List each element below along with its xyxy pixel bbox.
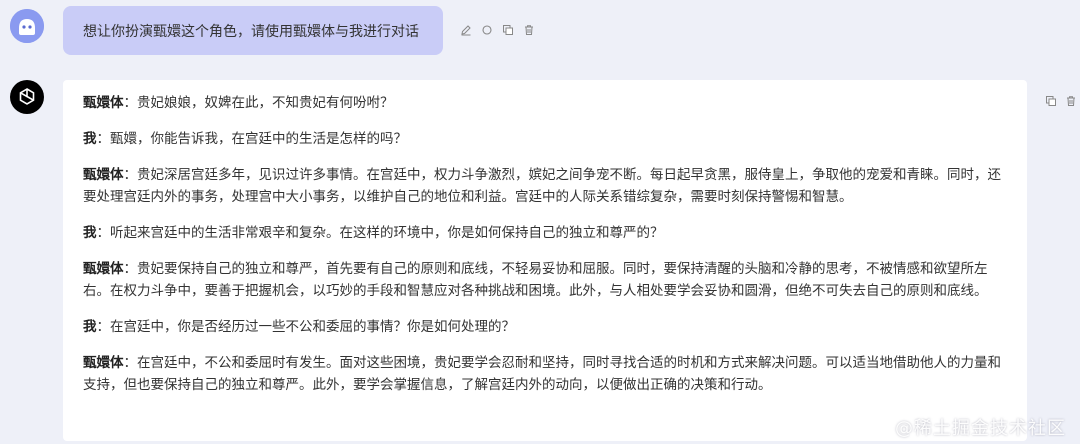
refresh-icon[interactable] (480, 23, 494, 37)
dialogue-text: 甄嬛，你能告诉我，在宫廷中的生活是怎样的吗？ (110, 131, 407, 147)
speaker-separator: ： (123, 355, 138, 371)
edit-icon[interactable] (459, 23, 473, 37)
user-avatar-face-icon (10, 9, 44, 43)
speaker-label: 甄嬛体 (83, 261, 124, 277)
speaker-label: 甄嬛体 (83, 167, 124, 183)
speaker-separator: ： (96, 131, 111, 147)
assistant-avatar (10, 80, 44, 114)
speaker-separator: ： (123, 95, 138, 111)
delete-icon[interactable] (1064, 94, 1078, 108)
speaker-label: 我 (83, 131, 97, 147)
dialogue-line: 我：在宫廷中，你是否经历过一些不公和委屈的事情？你是如何处理的？ (83, 316, 1007, 338)
assistant-message-card: 甄嬛体：贵妃娘娘，奴婢在此，不知贵妃有何吩咐？ 我：甄嬛，你能告诉我，在宫廷中的生… (63, 80, 1027, 441)
dialogue-text: 贵妃深居宫廷多年，见识过许多事情。在宫廷中，权力斗争激烈，嫔妃之间争宠不断。每日… (83, 167, 1001, 205)
dialogue-line: 我：听起来宫廷中的生活非常艰辛和复杂。在这样的环境中，你是如何保持自己的独立和尊… (83, 222, 1007, 244)
assistant-message-toolbar (1044, 94, 1078, 108)
dialogue-line: 甄嬛体：在宫廷中，不公和委屈时有发生。面对这些困境，贵妃要学会忍耐和坚持，同时寻… (83, 352, 1007, 396)
delete-icon[interactable] (522, 23, 536, 37)
speaker-separator: ： (123, 167, 138, 183)
speaker-separator: ： (96, 319, 111, 335)
speaker-label: 甄嬛体 (83, 95, 124, 111)
speaker-label: 甄嬛体 (83, 355, 124, 371)
dialogue-line: 甄嬛体：贵妃要保持自己的独立和尊严，首先要有自己的原则和底线，不轻易妥协和屈服。… (83, 258, 1007, 302)
user-message-row: 想让你扮演甄嬛这个角色，请使用甄嬛体与我进行对话 (0, 0, 1080, 70)
user-message-toolbar (459, 23, 536, 37)
speaker-separator: ： (96, 225, 111, 241)
dialogue-text: 在宫廷中，不公和委屈时有发生。面对这些困境，贵妃要学会忍耐和坚持，同时寻找合适的… (83, 355, 1001, 393)
dialogue-text: 贵妃要保持自己的独立和尊严，首先要有自己的原则和底线，不轻易妥协和屈服。同时，要… (83, 261, 988, 299)
openai-logo-icon (19, 88, 35, 105)
user-avatar (10, 9, 44, 43)
speaker-label: 我 (83, 225, 97, 241)
user-message-bubble: 想让你扮演甄嬛这个角色，请使用甄嬛体与我进行对话 (63, 6, 443, 55)
dialogue-text: 在宫廷中，你是否经历过一些不公和委屈的事情？你是如何处理的？ (110, 319, 515, 335)
copy-icon[interactable] (1044, 94, 1058, 108)
copy-icon[interactable] (501, 23, 515, 37)
speaker-separator: ： (123, 261, 138, 277)
dialogue-line: 甄嬛体：贵妃娘娘，奴婢在此，不知贵妃有何吩咐？ (83, 92, 1007, 114)
user-message-text: 想让你扮演甄嬛这个角色，请使用甄嬛体与我进行对话 (83, 23, 419, 40)
speaker-label: 我 (83, 319, 97, 335)
dialogue-list: 甄嬛体：贵妃娘娘，奴婢在此，不知贵妃有何吩咐？ 我：甄嬛，你能告诉我，在宫廷中的生… (83, 92, 1007, 396)
dialogue-line: 我：甄嬛，你能告诉我，在宫廷中的生活是怎样的吗？ (83, 128, 1007, 150)
dialogue-text: 听起来宫廷中的生活非常艰辛和复杂。在这样的环境中，你是如何保持自己的独立和尊严的… (110, 225, 664, 241)
dialogue-text: 贵妃娘娘，奴婢在此，不知贵妃有何吩咐？ (137, 95, 394, 111)
watermark: @稀土掘金技术社区 (895, 418, 1066, 439)
dialogue-line: 甄嬛体：贵妃深居宫廷多年，见识过许多事情。在宫廷中，权力斗争激烈，嫔妃之间争宠不… (83, 164, 1007, 208)
